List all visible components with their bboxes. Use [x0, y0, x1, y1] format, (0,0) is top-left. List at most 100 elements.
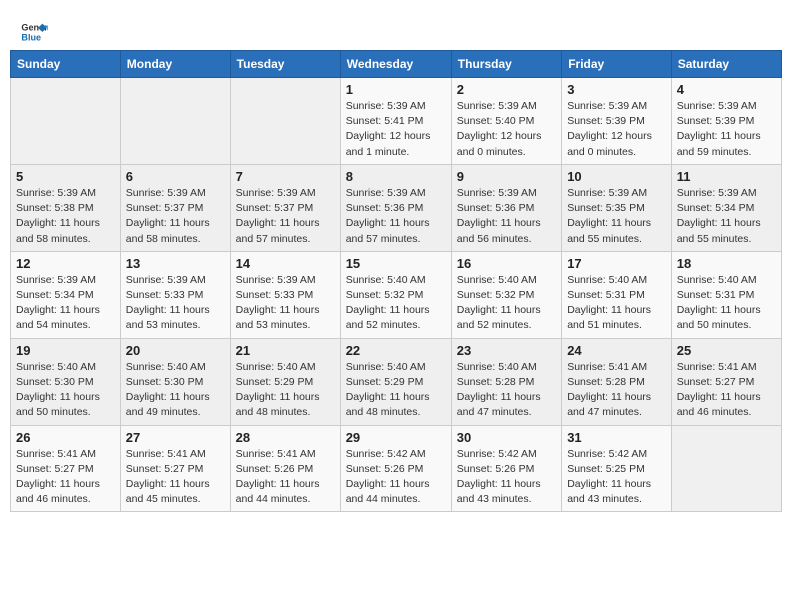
- calendar-cell: 7 Sunrise: 5:39 AMSunset: 5:37 PMDaylight…: [230, 164, 340, 251]
- calendar-cell: 30 Sunrise: 5:42 AMSunset: 5:26 PMDayligh…: [451, 425, 561, 512]
- calendar-cell: 17 Sunrise: 5:40 AMSunset: 5:31 PMDayligh…: [562, 251, 672, 338]
- day-number: 16: [457, 256, 556, 271]
- day-number: 20: [126, 343, 225, 358]
- calendar-cell: 23Sunrise: 5:40 AMSunset: 5:28 PMDayligh…: [451, 338, 561, 425]
- calendar-cell: 21Sunrise: 5:40 AMSunset: 5:29 PMDayligh…: [230, 338, 340, 425]
- day-number: 11: [677, 169, 776, 184]
- calendar-cell: 3Sunrise: 5:39 AMSunset: 5:39 PMDaylight…: [562, 78, 672, 165]
- day-number: 3: [567, 82, 666, 97]
- day-number: 27: [126, 430, 225, 445]
- calendar-header-row: SundayMondayTuesdayWednesdayThursdayFrid…: [11, 51, 782, 78]
- calendar-cell: 29 Sunrise: 5:42 AMSunset: 5:26 PMDayligh…: [340, 425, 451, 512]
- day-number: 12: [16, 256, 115, 271]
- weekday-header: Wednesday: [340, 51, 451, 78]
- calendar-cell: 27 Sunrise: 5:41 AMSunset: 5:27 PMDayligh…: [120, 425, 230, 512]
- calendar-cell: 16 Sunrise: 5:40 AMSunset: 5:32 PMDayligh…: [451, 251, 561, 338]
- calendar-table: SundayMondayTuesdayWednesdayThursdayFrid…: [10, 50, 782, 512]
- cell-info: Sunrise: 5:41 AMSunset: 5:27 PMDaylight:…: [16, 447, 115, 508]
- day-number: 9: [457, 169, 556, 184]
- cell-info: Sunrise: 5:40 AMSunset: 5:29 PMDaylight:…: [236, 360, 335, 421]
- calendar-cell: 4 Sunrise: 5:39 AMSunset: 5:39 PMDaylight…: [671, 78, 781, 165]
- page-header: General Blue: [10, 10, 782, 46]
- weekday-header: Friday: [562, 51, 672, 78]
- svg-text:Blue: Blue: [21, 32, 41, 42]
- day-number: 2: [457, 82, 556, 97]
- cell-info: Sunrise: 5:39 AMSunset: 5:33 PMDaylight:…: [236, 273, 335, 334]
- calendar-cell: 11 Sunrise: 5:39 AMSunset: 5:34 PMDayligh…: [671, 164, 781, 251]
- cell-info: Sunrise: 5:40 AMSunset: 5:30 PMDaylight:…: [126, 360, 225, 421]
- day-number: 25: [677, 343, 776, 358]
- calendar-cell: 20 Sunrise: 5:40 AMSunset: 5:30 PMDayligh…: [120, 338, 230, 425]
- calendar-cell: 28Sunrise: 5:41 AMSunset: 5:26 PMDayligh…: [230, 425, 340, 512]
- cell-info: Sunrise: 5:39 AMSunset: 5:40 PMDaylight:…: [457, 99, 556, 160]
- weekday-header: Thursday: [451, 51, 561, 78]
- day-number: 24: [567, 343, 666, 358]
- cell-info: Sunrise: 5:42 AMSunset: 5:25 PMDaylight:…: [567, 447, 666, 508]
- calendar-week-row: 5 Sunrise: 5:39 AMSunset: 5:38 PMDaylight…: [11, 164, 782, 251]
- cell-info: Sunrise: 5:41 AMSunset: 5:26 PMDaylight:…: [236, 447, 335, 508]
- calendar-cell: 8 Sunrise: 5:39 AMSunset: 5:36 PMDaylight…: [340, 164, 451, 251]
- calendar-cell: 22Sunrise: 5:40 AMSunset: 5:29 PMDayligh…: [340, 338, 451, 425]
- day-number: 6: [126, 169, 225, 184]
- calendar-week-row: 19Sunrise: 5:40 AMSunset: 5:30 PMDayligh…: [11, 338, 782, 425]
- calendar-cell: 24Sunrise: 5:41 AMSunset: 5:28 PMDayligh…: [562, 338, 672, 425]
- calendar-cell: [230, 78, 340, 165]
- calendar-cell: 12Sunrise: 5:39 AMSunset: 5:34 PMDayligh…: [11, 251, 121, 338]
- calendar-cell: [11, 78, 121, 165]
- day-number: 4: [677, 82, 776, 97]
- logo: General Blue: [20, 18, 48, 46]
- calendar-week-row: 1 Sunrise: 5:39 AMSunset: 5:41 PMDaylight…: [11, 78, 782, 165]
- day-number: 5: [16, 169, 115, 184]
- calendar-cell: 14Sunrise: 5:39 AMSunset: 5:33 PMDayligh…: [230, 251, 340, 338]
- cell-info: Sunrise: 5:39 AMSunset: 5:41 PMDaylight:…: [346, 99, 446, 160]
- weekday-header: Sunday: [11, 51, 121, 78]
- calendar-cell: 18Sunrise: 5:40 AMSunset: 5:31 PMDayligh…: [671, 251, 781, 338]
- day-number: 30: [457, 430, 556, 445]
- weekday-header: Saturday: [671, 51, 781, 78]
- cell-info: Sunrise: 5:39 AMSunset: 5:36 PMDaylight:…: [346, 186, 446, 247]
- cell-info: Sunrise: 5:42 AMSunset: 5:26 PMDaylight:…: [457, 447, 556, 508]
- day-number: 31: [567, 430, 666, 445]
- calendar-cell: 6 Sunrise: 5:39 AMSunset: 5:37 PMDaylight…: [120, 164, 230, 251]
- calendar-cell: [120, 78, 230, 165]
- day-number: 29: [346, 430, 446, 445]
- cell-info: Sunrise: 5:39 AMSunset: 5:37 PMDaylight:…: [236, 186, 335, 247]
- cell-info: Sunrise: 5:41 AMSunset: 5:27 PMDaylight:…: [126, 447, 225, 508]
- cell-info: Sunrise: 5:39 AMSunset: 5:33 PMDaylight:…: [126, 273, 225, 334]
- day-number: 7: [236, 169, 335, 184]
- calendar-cell: 13 Sunrise: 5:39 AMSunset: 5:33 PMDayligh…: [120, 251, 230, 338]
- cell-info: Sunrise: 5:41 AMSunset: 5:27 PMDaylight:…: [677, 360, 776, 421]
- calendar-cell: 31 Sunrise: 5:42 AMSunset: 5:25 PMDayligh…: [562, 425, 672, 512]
- cell-info: Sunrise: 5:39 AMSunset: 5:36 PMDaylight:…: [457, 186, 556, 247]
- day-number: 26: [16, 430, 115, 445]
- day-number: 23: [457, 343, 556, 358]
- calendar-cell: 10 Sunrise: 5:39 AMSunset: 5:35 PMDayligh…: [562, 164, 672, 251]
- cell-info: Sunrise: 5:40 AMSunset: 5:31 PMDaylight:…: [567, 273, 666, 334]
- cell-info: Sunrise: 5:39 AMSunset: 5:35 PMDaylight:…: [567, 186, 666, 247]
- calendar-cell: [671, 425, 781, 512]
- day-number: 17: [567, 256, 666, 271]
- day-number: 13: [126, 256, 225, 271]
- day-number: 8: [346, 169, 446, 184]
- cell-info: Sunrise: 5:39 AMSunset: 5:37 PMDaylight:…: [126, 186, 225, 247]
- day-number: 10: [567, 169, 666, 184]
- cell-info: Sunrise: 5:39 AMSunset: 5:34 PMDaylight:…: [677, 186, 776, 247]
- weekday-header: Monday: [120, 51, 230, 78]
- calendar-cell: 25 Sunrise: 5:41 AMSunset: 5:27 PMDayligh…: [671, 338, 781, 425]
- calendar-week-row: 12Sunrise: 5:39 AMSunset: 5:34 PMDayligh…: [11, 251, 782, 338]
- calendar-cell: 1 Sunrise: 5:39 AMSunset: 5:41 PMDaylight…: [340, 78, 451, 165]
- cell-info: Sunrise: 5:42 AMSunset: 5:26 PMDaylight:…: [346, 447, 446, 508]
- cell-info: Sunrise: 5:40 AMSunset: 5:31 PMDaylight:…: [677, 273, 776, 334]
- cell-info: Sunrise: 5:39 AMSunset: 5:39 PMDaylight:…: [677, 99, 776, 160]
- calendar-cell: 2 Sunrise: 5:39 AMSunset: 5:40 PMDaylight…: [451, 78, 561, 165]
- day-number: 1: [346, 82, 446, 97]
- calendar-cell: 26 Sunrise: 5:41 AMSunset: 5:27 PMDayligh…: [11, 425, 121, 512]
- calendar-cell: 9 Sunrise: 5:39 AMSunset: 5:36 PMDaylight…: [451, 164, 561, 251]
- calendar-week-row: 26 Sunrise: 5:41 AMSunset: 5:27 PMDayligh…: [11, 425, 782, 512]
- day-number: 22: [346, 343, 446, 358]
- cell-info: Sunrise: 5:40 AMSunset: 5:32 PMDaylight:…: [457, 273, 556, 334]
- cell-info: Sunrise: 5:40 AMSunset: 5:32 PMDaylight:…: [346, 273, 446, 334]
- calendar-cell: 19Sunrise: 5:40 AMSunset: 5:30 PMDayligh…: [11, 338, 121, 425]
- cell-info: Sunrise: 5:40 AMSunset: 5:30 PMDaylight:…: [16, 360, 115, 421]
- cell-info: Sunrise: 5:39 AMSunset: 5:38 PMDaylight:…: [16, 186, 115, 247]
